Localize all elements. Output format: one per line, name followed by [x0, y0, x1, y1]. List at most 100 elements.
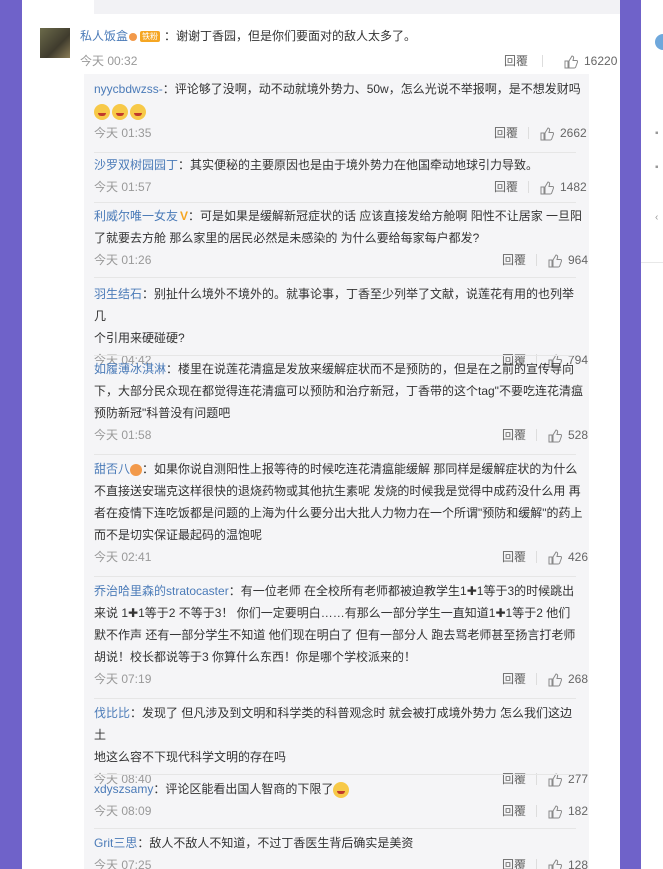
- reply-time: 今天 08:09: [94, 804, 152, 818]
- reply-text: ：发现了 但凡涉及到文明和科学类的科普观念时 就会被打成境外势力 怎么我们这边土: [94, 706, 573, 742]
- divider: [641, 262, 663, 263]
- divider: [536, 551, 537, 563]
- crying-emoji-icon: [112, 103, 128, 120]
- reply-item: 甜否八 ：如果你说自测阳性上报等待的时候吃连花清瘟能缓解 那同样是缓解症状的为什么…: [94, 458, 588, 577]
- sidebar-avatar-icon[interactable]: [655, 34, 663, 50]
- sidebar-icon[interactable]: ▪: [655, 128, 659, 139]
- reply-text: 个引用来硬碰硬?: [94, 331, 185, 345]
- reply-username[interactable]: Grit三思: [94, 836, 137, 850]
- divider: [528, 127, 529, 139]
- reply-username[interactable]: 利威尔唯一女友: [94, 209, 178, 223]
- comment-time: 今天 00:32: [80, 54, 138, 68]
- reply-username[interactable]: 伐比比: [94, 706, 130, 720]
- comment-username[interactable]: 私人饭盒: [80, 29, 128, 43]
- like-count: 16220: [584, 54, 618, 68]
- reply-button[interactable]: 回覆: [502, 424, 526, 446]
- reply-username[interactable]: 如履薄冰淇淋: [94, 362, 166, 376]
- reply-item: 如履薄冰淇淋：楼里在说莲花清瘟是发放来缓解症状而不是预防的，但是在之前的宣传导向…: [94, 358, 588, 455]
- reply-button[interactable]: 回覆: [502, 668, 526, 690]
- reply-button[interactable]: 回覆: [494, 176, 518, 198]
- reply-meta: 今天 01:57 回覆 1482: [94, 176, 587, 198]
- like-count: 1482: [560, 180, 587, 194]
- shocked-emoji-icon: [333, 781, 350, 798]
- reply-button[interactable]: 回覆: [504, 50, 528, 72]
- comment-panel: 私人饭盒 铁粉 ：谢谢丁香园，但是你们要面对的敌人太多了。 今天 00:32 回覆 …: [22, 0, 620, 869]
- reply-item: 沙罗双树园园丁：其实便秘的主要原因也是由于境外势力在他国牵动地球引力导致。 今天…: [94, 154, 587, 203]
- reply-list: nyycbdwzss-：评论够了没啊，动不动就境外势力、50w，怎么光说不举报啊…: [84, 74, 589, 869]
- divider: [542, 55, 543, 67]
- reply-text: ：楼里在说莲花清瘟是发放来缓解症状而不是预防的，但是在之前的宣传导向: [166, 362, 575, 376]
- thumbs-up-icon[interactable]: [564, 54, 579, 76]
- thumbs-up-icon[interactable]: [540, 180, 555, 202]
- like-count: 268: [568, 672, 589, 686]
- reply-text: 而不是切实保证最起码的温饱呢: [94, 528, 263, 542]
- reply-username[interactable]: 沙罗双树园园丁: [94, 158, 178, 172]
- like-count: 426: [568, 550, 589, 564]
- reply-time: 今天 01:26: [94, 253, 152, 267]
- divider: [536, 805, 537, 817]
- thumbs-up-icon[interactable]: [548, 550, 563, 572]
- reply-button[interactable]: 回覆: [502, 249, 526, 271]
- reply-button[interactable]: 回覆: [494, 122, 518, 144]
- reply-meta: 今天 07:19 回覆 268: [94, 668, 588, 690]
- reply-text: ：评论区能看出国人智商的下限了: [153, 782, 334, 796]
- reply-text: ：敌人不敌人不知道，不过丁香医生背后确实是美资: [137, 836, 414, 850]
- reply-text: 了就要去方舱 那么家里的居民必然是未感染的 为什么要给每家每户都发?: [94, 231, 480, 245]
- reply-meta: 今天 01:35 回覆 2662: [94, 122, 587, 144]
- reply-time: 今天 01:35: [94, 126, 152, 140]
- like-count: 528: [568, 428, 589, 442]
- reply-item: 乔治哈里森的stratocaster：有一位老师 在全校所有老师都被迫教学生1✚…: [94, 580, 588, 699]
- reply-text: 来说 1: [94, 606, 129, 620]
- plus-icon: ✚: [495, 606, 506, 620]
- reply-meta: 今天 07:25 回覆 128: [94, 854, 588, 869]
- reply-item: Grit三思：敌人不敌人不知道，不过丁香医生背后确实是美资 今天 07:25 回…: [94, 832, 588, 869]
- reply-text: 1等于2 不等于3！ 你们一定要明白……有那么一部分学生一直知道1: [138, 606, 496, 620]
- reply-time: 今天 07:19: [94, 672, 152, 686]
- like-count: 128: [568, 858, 589, 869]
- reply-text: ：如果你说自测阳性上报等待的时候吃连花清瘟能缓解 那同样是缓解症状的为什么: [142, 462, 578, 476]
- avatar[interactable]: [40, 28, 70, 58]
- reply-button[interactable]: 回覆: [502, 546, 526, 568]
- divider: [528, 181, 529, 193]
- reply-text: ：评论够了没啊，动不动就境外势力、50w，怎么光说不举报啊，是不想发财吗: [162, 82, 581, 96]
- fan-badge-icon: 铁粉: [140, 31, 161, 43]
- thumbs-up-icon[interactable]: [548, 804, 563, 826]
- sticker-icon: [130, 463, 143, 476]
- reply-text: ：别扯什么境外不境外的。就事论事，丁香至少列举了文献，说莲花有用的也列举几: [94, 287, 575, 323]
- sidebar-icon[interactable]: ▪: [655, 162, 659, 173]
- reply-button[interactable]: 回覆: [502, 800, 526, 822]
- thumbs-up-icon[interactable]: [540, 126, 555, 148]
- comment-text: ：谢谢丁香园，但是你们要面对的敌人太多了。: [164, 29, 417, 43]
- reply-item: nyycbdwzss-：评论够了没啊，动不动就境外势力、50w，怎么光说不举报啊…: [94, 78, 587, 153]
- reply-meta: 今天 01:26 回覆 964: [94, 249, 588, 271]
- reply-username[interactable]: xdyszsamy: [94, 782, 153, 796]
- reply-text: 者在疫情下连吃饭都是问题的上海为什么要分出大批人力物力在一个所谓"预防和缓解"的…: [94, 506, 583, 520]
- reply-text: ：有一位老师 在全校所有老师都被迫教学生1: [228, 584, 467, 598]
- reply-username[interactable]: 羽生结石: [94, 287, 142, 301]
- reply-meta: 今天 02:41 回覆 426: [94, 546, 588, 568]
- reply-meta: 今天 08:09 回覆 182: [94, 800, 588, 822]
- reply-meta: 今天 01:58 回覆 528: [94, 424, 588, 446]
- crying-emoji-icon: [94, 103, 110, 120]
- chevron-left-icon[interactable]: ‹: [655, 212, 658, 223]
- reply-text: 1等于3的时候跳出: [476, 584, 575, 598]
- reply-button[interactable]: 回覆: [502, 854, 526, 869]
- divider: [536, 859, 537, 869]
- thumbs-up-icon[interactable]: [548, 253, 563, 275]
- thumbs-up-icon[interactable]: [548, 428, 563, 450]
- reply-text: ：其实便秘的主要原因也是由于境外势力在他国牵动地球引力导致。: [178, 158, 539, 172]
- plus-icon: ✚: [466, 584, 477, 598]
- previous-section-strip: [94, 0, 620, 14]
- divider: [536, 429, 537, 441]
- reply-username[interactable]: 甜否八: [94, 462, 130, 476]
- reply-item: 利威尔唯一女友 V：可是如果是缓解新冠症状的话 应该直接发给方舱啊 阳性不让居家 …: [94, 205, 588, 278]
- thumbs-up-icon[interactable]: [548, 672, 563, 694]
- reply-time: 今天 01:57: [94, 180, 152, 194]
- right-sidebar: ▪ ▪ ‹: [641, 0, 663, 869]
- reply-username[interactable]: nyycbdwzss-: [94, 82, 163, 96]
- reply-text: 胡说！校长都说等于3 你算什么东西！你是哪个学校派来的！: [94, 650, 417, 664]
- comment-meta: 今天 00:32 回覆 16220: [80, 50, 617, 72]
- reply-text: 下，大部分民众现在都觉得连花清瘟可以预防和治疗新冠，丁香带的这个tag"不要吃连…: [94, 384, 583, 398]
- reply-username[interactable]: 乔治哈里森的stratocaster: [94, 584, 229, 598]
- thumbs-up-icon[interactable]: [548, 858, 563, 869]
